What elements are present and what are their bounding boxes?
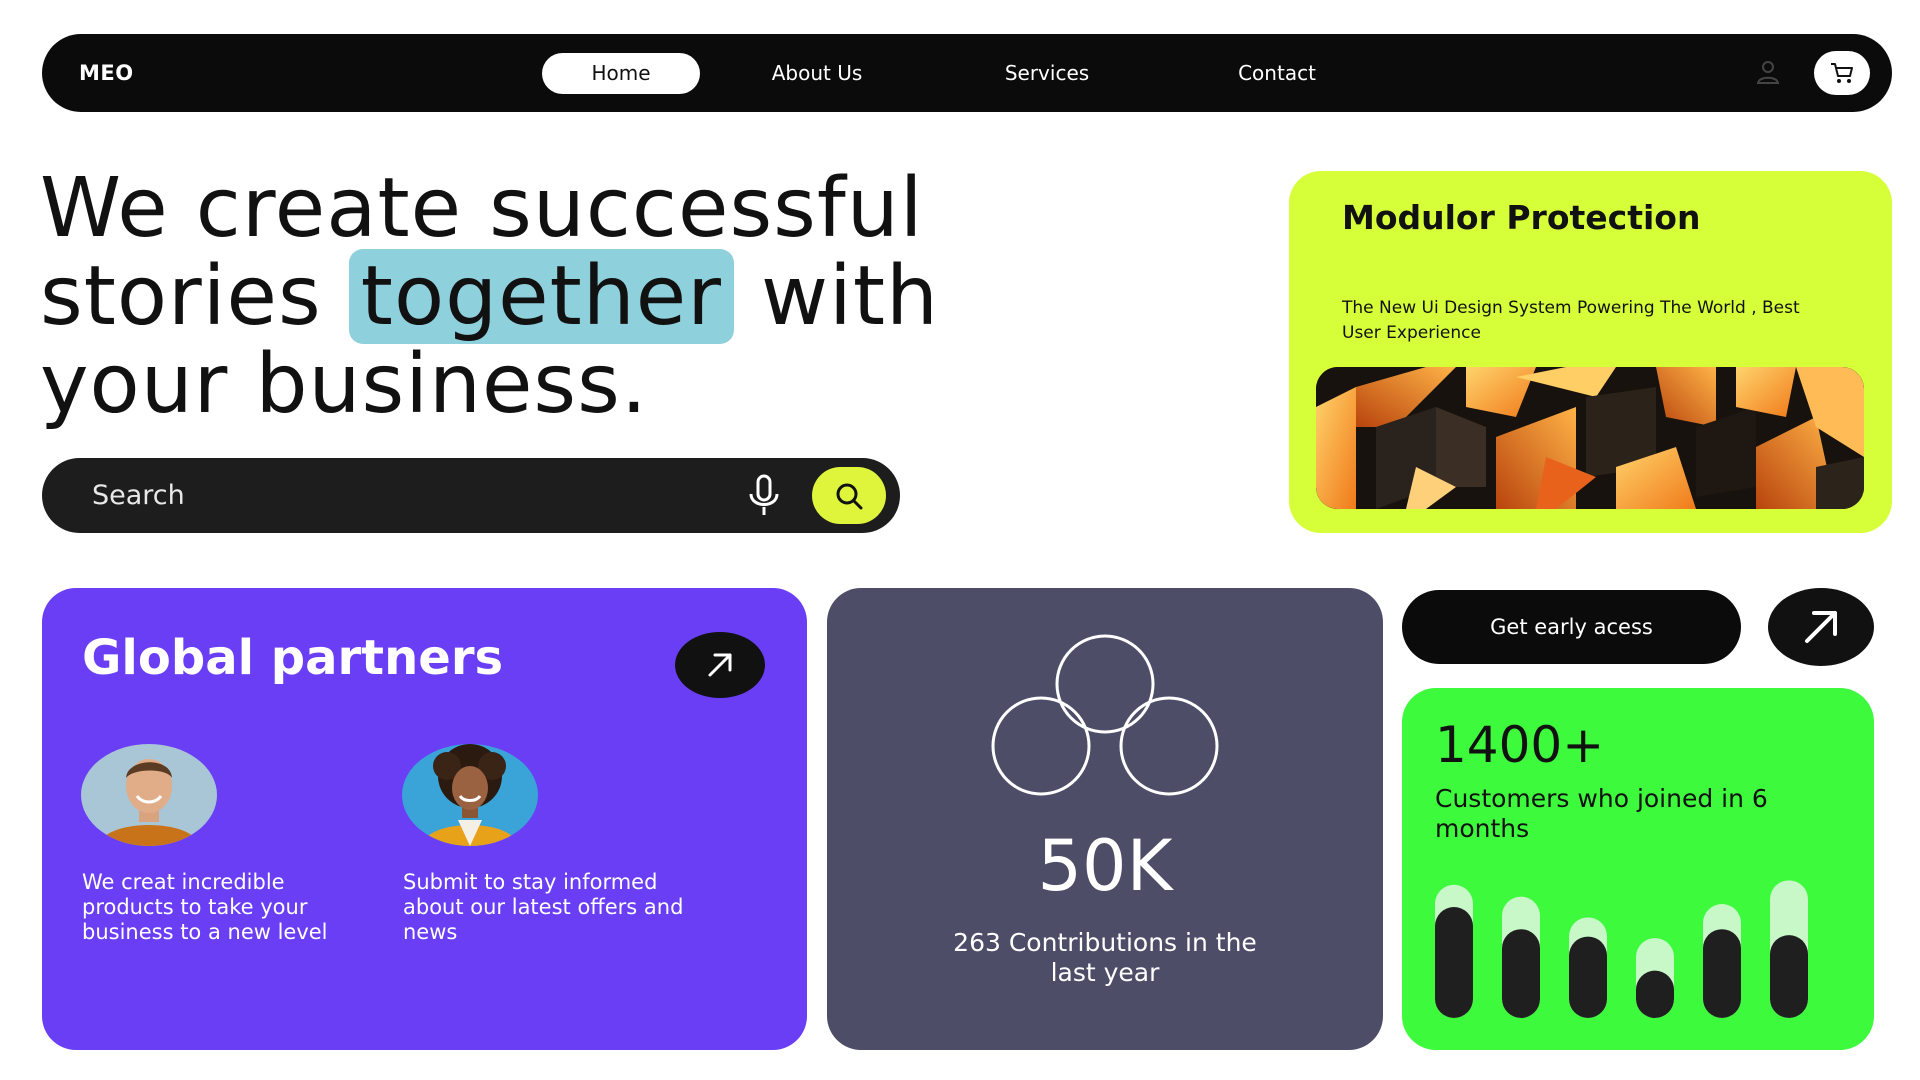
modulor-protection-card[interactable]: Modulor Protection The New Ui Design Sys…	[1289, 171, 1892, 533]
global-partners-card: Global partners We creat incredible prod…	[42, 588, 807, 1050]
nav-contact[interactable]: Contact	[1202, 53, 1352, 94]
logo[interactable]: MEO	[79, 34, 134, 112]
nav-services[interactable]: Services	[972, 53, 1122, 94]
bar-fill-6	[1770, 935, 1808, 1018]
bar-fill-2	[1502, 929, 1540, 1018]
customers-value: 1400+	[1435, 716, 1605, 774]
bar-fill-5	[1703, 929, 1741, 1018]
abstract-3d-cubes-image	[1316, 367, 1864, 509]
customers-card: 1400+ Customers who joined in 6 months	[1402, 688, 1874, 1050]
customers-bar-chart	[1435, 880, 1808, 1018]
hero-headline: We create successful stories together wi…	[40, 165, 1100, 429]
user-icon[interactable]	[1753, 57, 1783, 87]
nav-about-us[interactable]: About Us	[742, 53, 892, 94]
early-access-arrow-button[interactable]	[1768, 588, 1874, 666]
arrow-up-right-icon	[1805, 611, 1837, 643]
nav-home[interactable]: Home	[542, 53, 700, 94]
hero-line-2: stories together with	[40, 249, 1100, 344]
bar-fill-1	[1435, 907, 1473, 1018]
bar-fill-3	[1569, 936, 1607, 1018]
hero-line-2-end: with	[760, 249, 939, 344]
partners-title: Global partners	[82, 630, 504, 686]
hero-line-1: We create successful	[40, 161, 924, 256]
search-icon	[836, 483, 863, 509]
contributions-subtitle: 263 Contributions in the last year	[953, 928, 1257, 987]
bar-fill-4	[1636, 970, 1674, 1018]
top-navbar: MEO Home About Us Services Contact	[42, 34, 1892, 112]
cart-button[interactable]	[1814, 51, 1870, 95]
hero-line-2-start: stories	[40, 249, 322, 344]
modulor-subtitle: The New Ui Design System Powering The Wo…	[1342, 298, 1800, 343]
arrow-up-right-icon	[708, 653, 732, 677]
hero-highlight-word: together	[348, 249, 734, 344]
contributions-value: 50K	[1037, 825, 1173, 907]
modulor-title: Modulor Protection	[1342, 198, 1701, 237]
microphone-icon[interactable]	[742, 474, 786, 518]
hero-line-3: your business.	[40, 337, 648, 432]
smiling-man-avatar	[81, 744, 217, 846]
partner-description-1: We creat incredible products to take you…	[82, 870, 328, 944]
get-early-access-button[interactable]: Get early acess	[1402, 590, 1741, 664]
contributions-card: 50K 263 Contributions in the last year	[827, 588, 1383, 1050]
partners-arrow-button[interactable]	[675, 632, 765, 698]
cart-icon	[1831, 63, 1853, 83]
customers-subtitle: Customers who joined in 6 months	[1435, 784, 1768, 843]
search-button[interactable]	[812, 467, 886, 524]
search-bar	[42, 458, 900, 533]
partner-description-2: Submit to stay informed about our latest…	[403, 870, 684, 944]
search-input[interactable]	[92, 458, 732, 533]
curly-hair-woman-avatar	[402, 744, 538, 846]
three-circles-icon	[991, 634, 1219, 796]
